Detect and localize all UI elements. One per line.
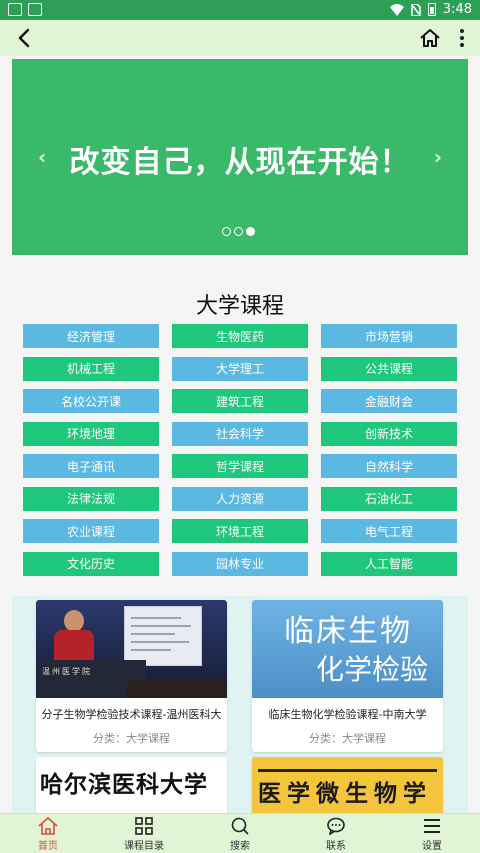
category-button[interactable]: 建筑工程 (172, 389, 308, 413)
category-button[interactable]: 公共课程 (321, 356, 457, 381)
tab-label: 课程目录 (124, 841, 164, 852)
chat-icon (327, 817, 345, 835)
tab-label: 首页 (38, 841, 58, 852)
category-button[interactable]: 环境地理 (23, 421, 159, 446)
category-button[interactable]: 自然科学 (321, 454, 457, 478)
course-card[interactable]: 临床生物 化学检验 临床生物化学检验课程-中南大学 分类：大学课程 (252, 600, 443, 752)
course-thumbnail-title: 哈尔滨医科大学 (40, 772, 208, 798)
course-title: 临床生物化学检验课程-中南大学 (268, 708, 427, 721)
no-sim-icon (411, 3, 421, 16)
carousel-dot-active[interactable] (246, 227, 255, 236)
tab-catalog[interactable]: 课程目录 (96, 814, 192, 853)
wifi-icon (389, 3, 404, 16)
tab-home[interactable]: 首页 (0, 814, 96, 853)
category-button[interactable]: 人工智能 (321, 551, 457, 576)
bottom-tab-bar: 首页 课程目录 搜索 联系 设置 (0, 813, 480, 853)
tab-contact[interactable]: 联系 (288, 814, 384, 853)
category-button[interactable]: 哲学课程 (172, 454, 308, 478)
course-thumbnail: 临床生物 化学检验 (252, 600, 443, 698)
image-icon (28, 3, 42, 16)
course-thumbnail: 温州医学院 (36, 600, 227, 698)
banner-carousel[interactable]: ‹ 改变自己，从现在开始！ › (12, 59, 468, 255)
carousel-indicator (222, 227, 255, 236)
main-content[interactable]: ‹ 改变自己，从现在开始！ › 大学课程 经济管理 生物医药 市场营销 机械工程… (0, 56, 480, 813)
home-icon (420, 29, 440, 47)
course-category: 分类：大学课程 (93, 732, 170, 745)
category-button[interactable]: 名校公开课 (23, 389, 159, 413)
category-grid: 经济管理 生物医药 市场营销 机械工程 大学理工 公共课程 名校公开课 建筑工程… (23, 324, 457, 576)
thumbnail-title-line1: 临床生物 (284, 614, 412, 649)
home-icon (38, 817, 58, 835)
course-card[interactable]: 温州医学院 分子生物学检验技术课程-温州医科大 分类：大学课程 (36, 600, 227, 752)
banner-next-button[interactable]: › (434, 145, 442, 169)
course-thumbnail-title: 医学微生物学 (258, 781, 432, 807)
qr-grid-icon (135, 817, 153, 835)
carousel-dot[interactable] (234, 227, 243, 236)
category-button[interactable]: 园林专业 (172, 551, 308, 576)
thumbnail-caption: 温州医学院 (42, 667, 92, 676)
course-title: 分子生物学检验技术课程-温州医科大 (41, 708, 222, 721)
course-card[interactable]: 医学微生物学 (252, 757, 443, 813)
course-list: 温州医学院 分子生物学检验技术课程-温州医科大 分类：大学课程 临床生物 化学检… (12, 596, 468, 813)
course-card[interactable]: 哈尔滨医科大学 (36, 757, 227, 813)
status-bar: 3:48 (0, 0, 480, 20)
more-vert-icon (460, 29, 464, 33)
category-button[interactable]: 石油化工 (321, 486, 457, 511)
category-button[interactable]: 文化历史 (23, 551, 159, 576)
category-button[interactable]: 创新技术 (321, 421, 457, 446)
course-category: 分类：大学课程 (309, 732, 386, 745)
category-button[interactable]: 经济管理 (23, 324, 159, 348)
back-arrow-icon (18, 28, 30, 48)
category-button[interactable]: 生物医药 (172, 324, 308, 348)
section-title: 大学课程 (195, 294, 284, 319)
toolbar (0, 20, 480, 56)
category-button[interactable]: 机械工程 (23, 356, 159, 381)
category-button[interactable]: 市场营销 (321, 324, 457, 348)
category-button[interactable]: 社会科学 (172, 421, 308, 446)
category-button[interactable]: 电气工程 (321, 519, 457, 543)
menu-icon (424, 819, 440, 833)
tab-search[interactable]: 搜索 (192, 814, 288, 853)
category-button[interactable]: 农业课程 (23, 519, 159, 543)
tab-label: 设置 (422, 841, 442, 852)
back-button[interactable] (10, 24, 38, 52)
category-button[interactable]: 金融财会 (321, 389, 457, 413)
tab-label: 搜索 (230, 841, 250, 852)
more-options-button[interactable] (452, 24, 472, 52)
status-time: 3:48 (442, 2, 472, 17)
category-button[interactable]: 电子通讯 (23, 454, 159, 478)
category-button[interactable]: 法律法规 (23, 486, 159, 511)
thumbnail-title-line2: 化学检验 (316, 653, 429, 686)
tab-label: 联系 (326, 841, 346, 852)
search-icon (231, 817, 249, 835)
notification-icon (8, 3, 22, 16)
category-button[interactable]: 环境工程 (172, 519, 308, 543)
category-button[interactable]: 大学理工 (172, 356, 308, 381)
carousel-dot[interactable] (222, 227, 231, 236)
tab-settings[interactable]: 设置 (384, 814, 480, 853)
battery-icon (427, 3, 436, 16)
home-button[interactable] (416, 24, 444, 52)
category-button[interactable]: 人力资源 (172, 486, 308, 511)
banner-slogan: 改变自己，从现在开始！ (69, 145, 411, 180)
